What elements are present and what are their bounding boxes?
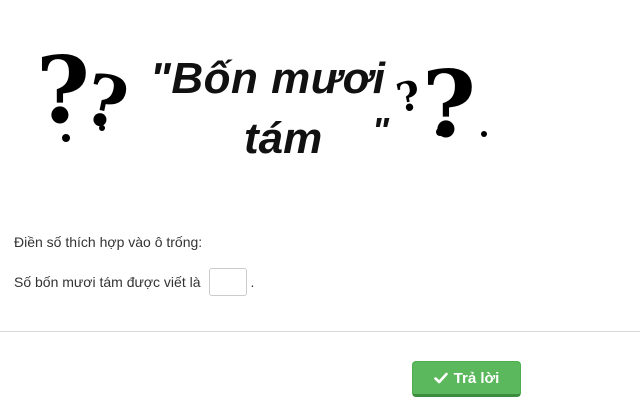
check-icon bbox=[433, 372, 448, 384]
question-suffix: . bbox=[250, 274, 255, 290]
title-line-2: tám bbox=[244, 114, 323, 163]
divider bbox=[0, 331, 640, 332]
question-instruction: Điền số thích hợp vào ô trống: bbox=[14, 234, 203, 250]
svg-text:?: ? bbox=[422, 52, 476, 152]
submit-answer-button[interactable]: Trả lời bbox=[412, 361, 521, 397]
title-closing-quote: " bbox=[372, 110, 390, 151]
title-banner: ? ? "Bốn mươi tám " ? ? bbox=[0, 0, 640, 200]
question-prompt: Số bốn mươi tám được viết là bbox=[14, 274, 201, 290]
question-marks-right-icon: ? ? bbox=[396, 52, 487, 152]
svg-text:?: ? bbox=[396, 71, 425, 122]
question-marks-left-icon: ? ? bbox=[36, 40, 135, 144]
answer-input[interactable] bbox=[208, 268, 247, 296]
question-row: Số bốn mươi tám được viết là . bbox=[14, 266, 254, 298]
submit-answer-label: Trả lời bbox=[453, 369, 500, 387]
title-line-1: "Bốn mươi bbox=[150, 54, 386, 103]
